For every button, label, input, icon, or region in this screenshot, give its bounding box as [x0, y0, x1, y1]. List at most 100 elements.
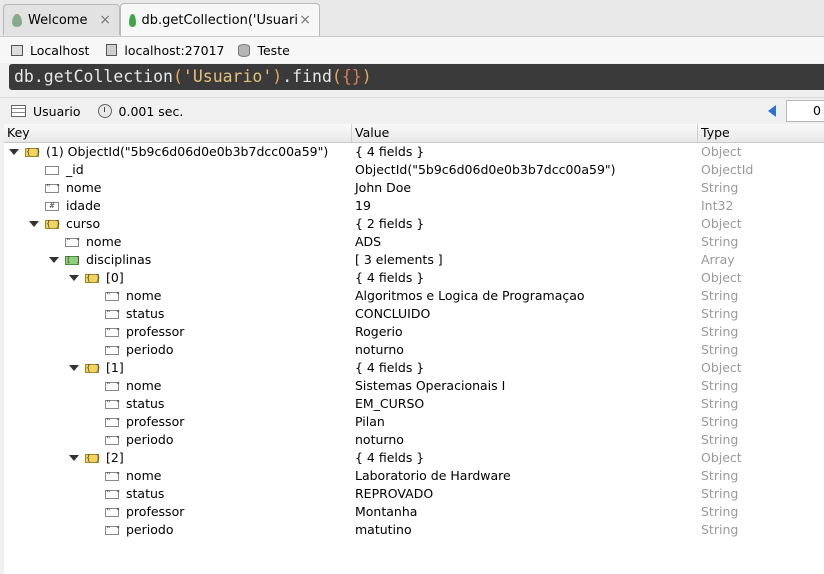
- key-cell: " " professor: [89, 413, 184, 431]
- time-indicator: 0.001 sec.: [97, 104, 183, 119]
- column-header-key[interactable]: Key: [4, 124, 352, 142]
- table-row[interactable]: { } [1] { 4 fields } Object: [4, 359, 824, 377]
- table-row[interactable]: " " periodo noturno String: [4, 341, 824, 359]
- string-icon: " ": [105, 488, 121, 499]
- tab-welcome[interactable]: Welcome ×: [3, 4, 120, 35]
- key-cell: [ ] disciplinas: [49, 251, 151, 269]
- column-header-value[interactable]: Value: [352, 124, 698, 142]
- string-icon: " ": [65, 236, 81, 247]
- table-icon: [11, 105, 26, 117]
- connection-database[interactable]: Teste: [238, 42, 290, 58]
- value-cell: ADS: [355, 234, 382, 249]
- value-cell: { 4 fields }: [355, 450, 425, 465]
- type-cell: String: [701, 486, 739, 501]
- type-cell: String: [701, 180, 739, 195]
- table-row[interactable]: " " nome Algoritmos e Logica de Programaça…: [4, 287, 824, 305]
- expand-arrow-icon[interactable]: [69, 365, 79, 371]
- table-row[interactable]: " " nome John Doe String: [4, 179, 824, 197]
- result-tree-table[interactable]: Key Value Type { } (1) ObjectId("5b9c6d06…: [4, 124, 824, 574]
- value-cell: John Doe: [355, 180, 412, 195]
- key-text: disciplinas: [86, 252, 152, 267]
- key-text: periodo: [126, 522, 174, 537]
- type-cell: String: [701, 468, 739, 483]
- key-text: periodo: [126, 432, 174, 447]
- table-row[interactable]: " " nome ADS String: [4, 233, 824, 251]
- expand-arrow-icon[interactable]: [29, 221, 39, 227]
- key-text: nome: [126, 288, 162, 303]
- key-text: professor: [126, 504, 185, 519]
- table-row[interactable]: # idade 19 Int32: [4, 197, 824, 215]
- previous-page-icon[interactable]: [768, 105, 776, 117]
- page-input[interactable]: 0: [786, 100, 824, 122]
- table-row[interactable]: { } [2] { 4 fields } Object: [4, 449, 824, 467]
- collection-indicator: Usuario: [11, 104, 81, 119]
- expand-arrow-icon[interactable]: [69, 275, 79, 281]
- close-icon[interactable]: ×: [299, 12, 311, 28]
- close-icon[interactable]: ×: [99, 12, 111, 28]
- string-icon: " ": [105, 326, 121, 337]
- connection-server[interactable]: localhost:27017: [106, 43, 224, 58]
- database-icon: [238, 43, 251, 57]
- query-editor[interactable]: db.getCollection('Usuario').find({}): [9, 64, 824, 90]
- string-icon: " ": [105, 290, 121, 301]
- computer-icon: [11, 44, 23, 56]
- key-text: [0]: [106, 270, 124, 285]
- key-cell: " " periodo: [89, 431, 173, 449]
- type-cell: String: [701, 432, 739, 447]
- type-cell: ObjectId: [701, 162, 754, 177]
- table-row[interactable]: " " periodo noturno String: [4, 431, 824, 449]
- key-cell: { } (1) ObjectId("5b9c6d06d0e0b3b7dcc00a5…: [9, 143, 328, 161]
- table-row[interactable]: " " nome Sistemas Operacionais I String: [4, 377, 824, 395]
- type-cell: Object: [701, 270, 742, 285]
- string-icon: " ": [105, 434, 121, 445]
- key-text: _id: [66, 162, 84, 177]
- table-row[interactable]: _id ObjectId("5b9c6d06d0e0b3b7dcc00a59") O…: [4, 161, 824, 179]
- table-row[interactable]: " " professor Pilan String: [4, 413, 824, 431]
- value-cell: CONCLUIDO: [355, 306, 431, 321]
- type-cell: String: [701, 324, 739, 339]
- query-method: .find: [282, 67, 332, 86]
- query-paren: ): [272, 67, 283, 86]
- key-text: nome: [86, 234, 122, 249]
- expand-arrow-icon[interactable]: [9, 149, 19, 155]
- server-label: localhost:27017: [124, 42, 225, 58]
- table-row[interactable]: " " status REPROVADO String: [4, 485, 824, 503]
- table-header: Key Value Type: [4, 124, 824, 143]
- key-cell: " " nome: [89, 287, 161, 305]
- key-cell: { } [1]: [69, 359, 124, 377]
- string-icon: " ": [105, 344, 121, 355]
- table-row[interactable]: " " nome Laboratorio de Hardware String: [4, 467, 824, 485]
- object-icon: { }: [85, 452, 101, 463]
- table-row[interactable]: " " status EM_CURSO String: [4, 395, 824, 413]
- object-icon: { }: [85, 362, 101, 373]
- connection-host[interactable]: Localhost: [11, 43, 89, 58]
- key-text: nome: [126, 378, 162, 393]
- query-braces: {}: [341, 67, 362, 86]
- table-row[interactable]: " " professor Montanha String: [4, 503, 824, 521]
- table-row[interactable]: { } [0] { 4 fields } Object: [4, 269, 824, 287]
- table-row[interactable]: " " periodo matutino String: [4, 521, 824, 539]
- objectid-icon: [45, 165, 59, 175]
- string-icon: " ": [105, 524, 121, 535]
- value-cell: noturno: [355, 432, 404, 447]
- value-cell: Pilan: [355, 414, 385, 429]
- key-cell: " " nome: [29, 179, 101, 197]
- table-row[interactable]: " " status CONCLUIDO String: [4, 305, 824, 323]
- type-cell: String: [701, 306, 739, 321]
- expand-arrow-icon[interactable]: [69, 455, 79, 461]
- key-cell: # idade: [29, 197, 101, 215]
- table-row[interactable]: { } (1) ObjectId("5b9c6d06d0e0b3b7dcc00a5…: [4, 143, 824, 161]
- column-header-type[interactable]: Type: [698, 124, 824, 142]
- key-text: nome: [126, 468, 162, 483]
- value-cell: { 4 fields }: [355, 360, 425, 375]
- table-row[interactable]: [ ] disciplinas [ 3 elements ] Array: [4, 251, 824, 269]
- table-row[interactable]: { } curso { 2 fields } Object: [4, 215, 824, 233]
- database-label: Teste: [257, 42, 290, 58]
- expand-arrow-icon[interactable]: [49, 257, 59, 263]
- key-text: professor: [126, 414, 185, 429]
- table-row[interactable]: " " professor Rogerio String: [4, 323, 824, 341]
- key-text: status: [126, 396, 165, 411]
- tab-query[interactable]: db.getCollection('Usuari... ×: [120, 3, 320, 36]
- key-text: status: [126, 306, 165, 321]
- key-text: [2]: [106, 450, 124, 465]
